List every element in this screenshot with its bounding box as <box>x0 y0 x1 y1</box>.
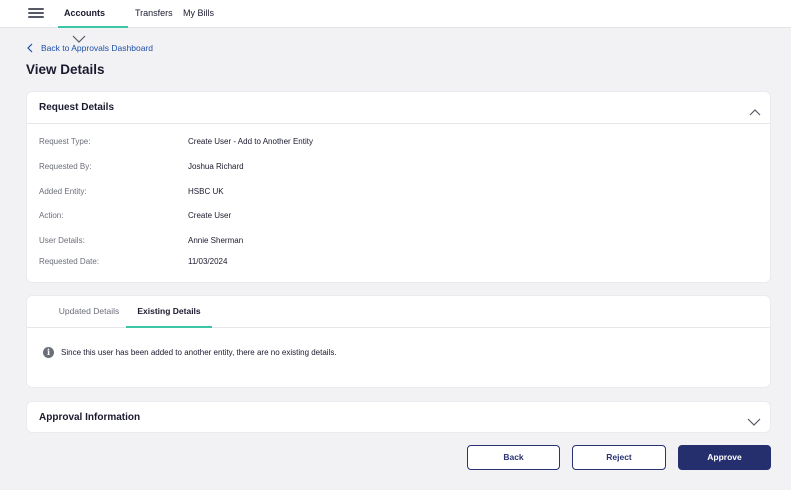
page-title: View Details <box>26 62 105 77</box>
detail-label: Requested Date: <box>39 257 100 266</box>
approve-button[interactable]: Approve <box>678 445 771 470</box>
chevron-left-icon <box>27 43 33 53</box>
tab-updated-details[interactable]: Updated Details <box>40 296 138 328</box>
detail-value: Create User <box>188 211 232 220</box>
detail-label: User Details: <box>39 236 85 245</box>
nav-item-label: Accounts <box>64 8 106 18</box>
detail-value: Create User - Add to Another Entity <box>188 137 313 146</box>
hamburger-menu-icon[interactable] <box>28 8 44 18</box>
approval-information-title: Approval Information <box>39 412 141 423</box>
tab-bar: Updated Details Existing Details <box>27 296 770 328</box>
detail-label: Action: <box>39 211 64 220</box>
detail-value: Joshua Richard <box>188 162 244 171</box>
request-details-header[interactable]: Request Details <box>27 92 770 124</box>
detail-label: Added Entity: <box>39 187 87 196</box>
reject-button[interactable]: Reject <box>572 445 666 470</box>
detail-value: HSBC UK <box>188 187 224 196</box>
approval-information-card[interactable]: Approval Information <box>26 401 771 433</box>
top-navigation: Accounts Transfers My Bills <box>0 0 791 43</box>
chevron-up-icon[interactable] <box>749 103 761 121</box>
info-message-text: Since this user has been added to anothe… <box>61 348 337 357</box>
nav-item-my-bills[interactable]: My Bills <box>183 0 214 28</box>
chevron-down-icon[interactable] <box>747 413 761 431</box>
request-details-card: Request Details Request Type: Create Use… <box>26 91 771 283</box>
nav-item-accounts[interactable]: Accounts <box>58 0 128 43</box>
info-icon: i <box>43 347 54 358</box>
detail-value: 11/03/2024 <box>188 257 228 266</box>
back-link-label: Back to Approvals Dashboard <box>41 43 153 53</box>
request-details-title: Request Details <box>39 102 115 113</box>
back-button[interactable]: Back <box>467 445 560 470</box>
detail-label: Request Type: <box>39 137 91 146</box>
nav-item-transfers[interactable]: Transfers <box>135 0 173 28</box>
detail-label: Requested By: <box>39 162 92 171</box>
tab-existing-details[interactable]: Existing Details <box>126 296 212 328</box>
detail-value: Annie Sherman <box>188 236 244 245</box>
details-tabs-card: Updated Details Existing Details i Since… <box>26 295 771 388</box>
